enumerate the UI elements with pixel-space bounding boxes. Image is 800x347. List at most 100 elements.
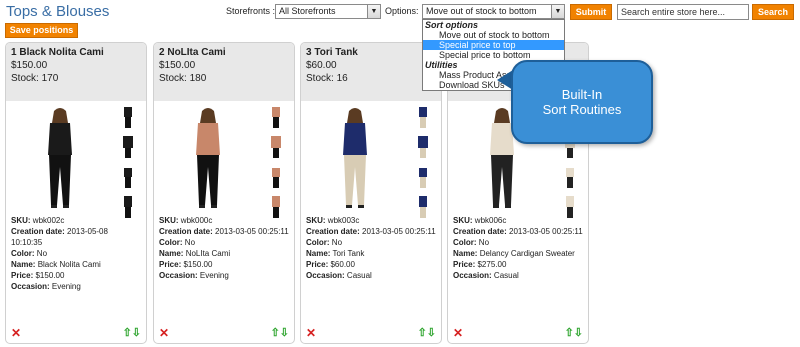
thumbnail-image[interactable] xyxy=(562,193,578,219)
product-title-text: NoLIta Cami xyxy=(167,47,226,58)
move-arrows: ⇧⇩ xyxy=(123,327,141,339)
thumbnail-image[interactable] xyxy=(415,133,431,159)
arrow-up-icon[interactable]: ⇧ xyxy=(565,327,574,339)
options-select[interactable]: Move out of stock to bottom ▼ xyxy=(422,4,565,19)
product-details: SKU: wbk000c Creation date: 2013-03-05 0… xyxy=(154,213,294,283)
detail-label: Creation date: xyxy=(159,227,213,236)
detail-label: Name: xyxy=(159,249,184,258)
storefronts-select[interactable]: All Storefronts ▼ xyxy=(275,4,381,19)
thumbnail-image[interactable] xyxy=(562,163,578,189)
detail-name: Name: Black Nolita Cami xyxy=(11,259,141,270)
submit-button[interactable]: Submit xyxy=(570,4,612,20)
product-main-image[interactable] xyxy=(319,105,391,211)
product-main-image[interactable] xyxy=(24,105,96,211)
thumbnail-image[interactable] xyxy=(120,193,136,219)
product-card[interactable]: 2 NoLIta Cami $150.00 Stock: 180 SKU: wb… xyxy=(153,42,295,344)
product-details: SKU: wbk002c Creation date: 2013-05-08 1… xyxy=(6,213,146,294)
dropdown-option[interactable]: Special price to bottom xyxy=(423,50,564,60)
product-position: 3 xyxy=(306,47,312,58)
detail-value: $150.00 xyxy=(183,260,213,269)
detail-label: Color: xyxy=(306,238,330,247)
product-stock: Stock: 16 xyxy=(306,73,348,84)
arrow-down-icon[interactable]: ⇩ xyxy=(574,327,583,339)
detail-value: Evening xyxy=(199,271,229,280)
product-images xyxy=(301,101,441,218)
detail-label: Occasion: xyxy=(159,271,198,280)
detail-label: Color: xyxy=(159,238,183,247)
detail-label: Color: xyxy=(453,238,477,247)
product-card[interactable]: 3 Tori Tank $60.00 Stock: 16 SKU: wbk003… xyxy=(300,42,442,344)
product-title: 2 NoLIta Cami xyxy=(159,47,289,60)
detail-creation-date: Creation date: 2013-05-08 10:10:35 xyxy=(11,226,141,248)
detail-value: Evening xyxy=(51,282,81,291)
product-stock: Stock: 170 xyxy=(11,73,59,84)
detail-price: Price: $150.00 xyxy=(11,270,141,281)
save-positions-button[interactable]: Save positions xyxy=(5,23,78,38)
product-stock: Stock: 180 xyxy=(159,73,207,84)
search-input[interactable]: Search entire store here... xyxy=(617,4,749,20)
detail-label: Price: xyxy=(453,260,476,269)
thumbnail-image[interactable] xyxy=(268,133,284,159)
arrow-down-icon[interactable]: ⇩ xyxy=(427,327,436,339)
detail-value: 2013-03-05 00:25:11 xyxy=(215,227,289,236)
delete-x-icon[interactable]: ✕ xyxy=(453,327,463,339)
thumbnail-image[interactable] xyxy=(120,103,136,129)
delete-x-icon[interactable]: ✕ xyxy=(159,327,169,339)
search-button[interactable]: Search xyxy=(752,4,794,20)
card-header: 2 NoLIta Cami $150.00 Stock: 180 xyxy=(154,43,294,101)
detail-label: Occasion: xyxy=(11,282,50,291)
thumbnail-image[interactable] xyxy=(415,193,431,219)
thumbnail-image[interactable] xyxy=(120,163,136,189)
arrow-up-icon[interactable]: ⇧ xyxy=(123,327,132,339)
dropdown-option-selected[interactable]: Special price to top xyxy=(423,40,564,50)
detail-label: Price: xyxy=(306,260,329,269)
thumbnail-image[interactable] xyxy=(268,163,284,189)
thumbnail-image[interactable] xyxy=(268,193,284,219)
callout-line-2: Sort Routines xyxy=(542,102,622,117)
detail-value: No xyxy=(184,238,196,247)
detail-value: No xyxy=(478,238,490,247)
arrow-up-icon[interactable]: ⇧ xyxy=(418,327,427,339)
storefronts-label: Storefronts : xyxy=(226,6,276,16)
detail-price: Price: $150.00 xyxy=(159,259,289,270)
arrow-up-icon[interactable]: ⇧ xyxy=(271,327,280,339)
card-footer: ✕ ⇧⇩ xyxy=(11,327,141,339)
arrow-down-icon[interactable]: ⇩ xyxy=(132,327,141,339)
detail-label: Name: xyxy=(453,249,478,258)
move-arrows: ⇧⇩ xyxy=(565,327,583,339)
card-header: 1 Black Nolita Cami $150.00 Stock: 170 xyxy=(6,43,146,101)
detail-label: Occasion: xyxy=(453,271,492,280)
card-header: 3 Tori Tank $60.00 Stock: 16 xyxy=(301,43,441,101)
detail-value: NoLIta Cami xyxy=(185,249,231,258)
product-main-image[interactable] xyxy=(172,105,244,211)
page-title: Tops & Blouses xyxy=(6,3,110,20)
product-price: $150.00 xyxy=(11,60,48,71)
product-position: 2 xyxy=(159,47,165,58)
product-thumbnails xyxy=(415,103,431,223)
product-card[interactable]: 1 Black Nolita Cami $150.00 Stock: 170 S… xyxy=(5,42,147,344)
thumbnail-image[interactable] xyxy=(120,133,136,159)
dropdown-option[interactable]: Move out of stock to bottom xyxy=(423,30,564,40)
delete-x-icon[interactable]: ✕ xyxy=(306,327,316,339)
dropdown-group-label: Sort options xyxy=(425,20,478,30)
delete-x-icon[interactable]: ✕ xyxy=(11,327,21,339)
product-images xyxy=(6,101,146,218)
thumbnail-image[interactable] xyxy=(415,163,431,189)
detail-label: Name: xyxy=(306,249,331,258)
detail-price: Price: $60.00 xyxy=(306,259,436,270)
move-arrows: ⇧⇩ xyxy=(418,327,436,339)
product-price: $150.00 xyxy=(159,60,196,71)
detail-label: SKU: xyxy=(11,216,31,225)
detail-value: Delancy Cardigan Sweater xyxy=(479,249,575,258)
detail-label: SKU: xyxy=(306,216,326,225)
arrow-down-icon[interactable]: ⇩ xyxy=(280,327,289,339)
callout-line-1: Built-In xyxy=(561,87,603,102)
detail-value: Black Nolita Cami xyxy=(37,260,101,269)
detail-name: Name: Delancy Cardigan Sweater xyxy=(453,248,583,259)
callout-bubble: Built-In Sort Routines xyxy=(511,60,653,144)
detail-value: wbk006c xyxy=(474,216,507,225)
thumbnail-image[interactable] xyxy=(268,103,284,129)
product-thumbnails xyxy=(120,103,136,223)
thumbnail-image[interactable] xyxy=(415,103,431,129)
detail-label: Creation date: xyxy=(306,227,360,236)
